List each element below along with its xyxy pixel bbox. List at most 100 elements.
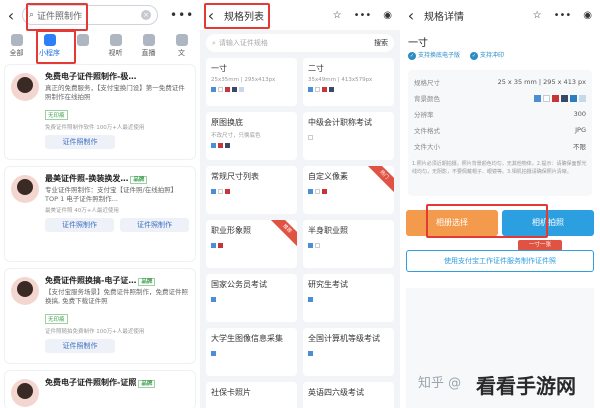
tab-all[interactable]: 全部 — [0, 32, 33, 60]
result-meta: 免费证件照制作软件 100万+人最近使用 — [45, 125, 145, 131]
result-title: 最美证件照-换装换发… — [45, 174, 129, 183]
row-value: 不限 — [573, 143, 586, 151]
result-action-button[interactable]: 证件照制作 — [45, 135, 115, 149]
result-title: 免费证件照换搞-电子证… — [45, 276, 137, 285]
spec-size: 25x35mm | 295x413px — [211, 77, 276, 83]
tab-label: 文 — [178, 49, 185, 57]
list-item[interactable]: 最美证件照-换装换发… 品牌 专业证件照制作：支付宝【证件照/在线拍照】TOP 1… — [4, 166, 196, 262]
spec-detail-screen: ‹ 规格详情 ☆ ••• ◉ 一寸 支持换底电子版 支持冲印 规格尺寸 25 x … — [400, 0, 600, 408]
avatar — [11, 379, 39, 407]
spec-grid: 一寸 25x35mm | 295x413px 二寸 35x49mm | 413x57… — [206, 58, 394, 408]
star-icon[interactable]: ☆ — [333, 10, 342, 21]
photo-requirements-note: 1.照片必须近期拍摄，照片背景颜色均匀，无其他物体。2.提示：请确保面部光线均匀… — [408, 156, 592, 196]
row-key: 文件大小 — [414, 143, 440, 151]
spec-size: 不改尺寸，只换底色 — [211, 133, 261, 139]
row-value: 300 — [573, 110, 586, 118]
list-item[interactable]: 免费电子证件照制作-证照 品牌 — [4, 370, 196, 408]
more-dots-icon[interactable]: ••• — [554, 10, 572, 21]
background-color-swatches[interactable] — [534, 94, 586, 102]
spec-card[interactable]: 二寸 35x49mm | 413x579px — [303, 58, 394, 106]
check-item: 支持冲印 — [470, 50, 504, 60]
spec-card[interactable]: 常规尺寸列表 — [206, 166, 297, 214]
spec-card[interactable]: 原图换底 不改尺寸，只换底色 — [206, 112, 297, 160]
color-swatches — [308, 297, 389, 302]
clear-icon[interactable]: × — [141, 10, 151, 20]
result-title-row: 免费电子证件照制作-证照 品牌 — [45, 377, 189, 388]
more-dots-icon[interactable]: ••• — [354, 10, 372, 21]
spec-card[interactable]: 热门 自定义像素 — [303, 166, 394, 214]
tab-label: 直播 — [141, 49, 156, 57]
more-dots-icon[interactable]: ••• — [170, 8, 194, 22]
spec-search-input[interactable]: ⌕ 请输入证件规格 搜索 — [206, 34, 394, 52]
work-id-service-link[interactable]: 使用支付宝工作证件服务制作证件照 — [406, 250, 594, 272]
search-button[interactable]: 搜索 — [374, 38, 388, 48]
tab-live[interactable]: 直播 — [132, 32, 165, 60]
spec-card[interactable]: 社保卡照片 — [206, 382, 297, 408]
tab-video[interactable]: 视听 — [99, 32, 132, 60]
detail-row: 背景颜色 — [414, 90, 586, 106]
color-swatches — [308, 243, 389, 248]
highlight-capture-buttons — [426, 204, 548, 238]
page-title: 规格详情 — [424, 11, 464, 23]
color-swatches — [211, 297, 292, 302]
result-meta: 最美证件照 40万+人最近使用 — [45, 208, 119, 214]
spec-name: 国家公务员考试 — [211, 280, 267, 289]
spec-card[interactable]: 全国计算机等级考试 — [303, 328, 394, 376]
spec-card[interactable]: 国家公务员考试 — [206, 274, 297, 322]
result-title: 免费电子证件照制作-极… — [45, 72, 137, 81]
spec-card[interactable]: 一寸 25x35mm | 295x413px — [206, 58, 297, 106]
color-swatches — [211, 351, 292, 356]
list-item[interactable]: 免费证件照换搞-电子证… 品牌 【支付宝服务场景】免费证件照制作，免费证件照换搞,… — [4, 268, 196, 364]
avatar — [11, 277, 39, 305]
spec-detail-header: ‹ 规格详情 ☆ ••• ◉ — [400, 0, 600, 30]
color-swatches — [211, 143, 292, 148]
color-swatches — [308, 189, 389, 194]
result-desc: 【支付宝服务场景】免费证件照制作，免费证件照换搞, 免费下载证件照 — [45, 288, 188, 305]
spec-list-screen: ‹ 规格列表 ☆ ••• ◉ ⌕ 请输入证件规格 搜索 一寸 25x35mm | … — [200, 0, 400, 408]
tab-label: 视听 — [108, 49, 123, 57]
spec-card[interactable]: 中级会计职称考试 — [303, 112, 394, 160]
spec-card[interactable]: 半身职业照 — [303, 220, 394, 268]
back-arrow-icon[interactable]: ‹ — [400, 6, 422, 25]
spec-card[interactable]: 大学生图像信息采集 — [206, 328, 297, 376]
video-icon — [109, 34, 122, 46]
result-meta: 证件照随拍免费制作 100万+人最近使用 — [45, 329, 145, 335]
result-action-button[interactable]: 证件照制作 — [45, 339, 115, 353]
spec-name: 英语四六级考试 — [308, 388, 364, 397]
brand-badge: 品牌 — [138, 380, 156, 388]
target-icon[interactable]: ◉ — [583, 10, 592, 21]
spec-card[interactable]: 英语四六级考试 — [303, 382, 394, 408]
result-title-row: 免费证件照换搞-电子证… 品牌 — [45, 275, 189, 286]
result-desc: 专业证件照制作：支付宝【证件照/在线拍照】TOP 1 电子证件照制作... — [45, 186, 178, 203]
grid-icon — [10, 34, 23, 46]
search-icon: ⌕ — [212, 38, 216, 47]
result-action-button[interactable]: 证件照制作 — [120, 218, 189, 232]
tab-article[interactable]: 文 — [165, 32, 198, 60]
highlight-mini-program-tab — [36, 30, 76, 64]
result-title-row: 最美证件照-换装换发… 品牌 — [45, 173, 189, 184]
screenshot-collage: ‹ ⌕ 证件照制作 × ••• 全部 小程序 视听 直播 文 免费电子证件照制作… — [0, 0, 600, 408]
app-icon — [76, 34, 89, 46]
back-arrow-icon[interactable]: ‹ — [0, 6, 22, 25]
list-item[interactable]: 免费电子证件照制作-极… 真正的免费服务，【支付宝换门设】第一免费证件照制作在线… — [4, 64, 196, 160]
result-title: 免费电子证件照制作-证照 — [45, 378, 137, 387]
highlight-search-box — [26, 3, 88, 31]
target-icon[interactable]: ◉ — [383, 10, 392, 21]
spec-name: 常规尺寸列表 — [211, 172, 259, 181]
row-value: 25 x 35 mm | 295 x 413 px — [497, 78, 586, 86]
avatar — [11, 73, 39, 101]
spec-card[interactable]: 研究生考试 — [303, 274, 394, 322]
star-icon[interactable]: ☆ — [533, 10, 542, 21]
results-list: 免费电子证件照制作-极… 真正的免费服务，【支付宝换门设】第一免费证件照制作在线… — [4, 64, 196, 408]
site-watermark: 看看手游网 — [476, 374, 576, 398]
spec-size: 35x49mm | 413x579px — [308, 77, 373, 83]
result-tag: 无印痕 — [45, 314, 68, 324]
detail-row: 文件格式 JPG — [414, 122, 586, 138]
spec-size-name: 一寸 — [408, 38, 428, 49]
color-swatches — [308, 87, 389, 92]
brand-badge: 品牌 — [138, 278, 156, 286]
spec-card[interactable]: 推荐 职业形象照 — [206, 220, 297, 268]
result-action-button[interactable]: 证件照制作 — [45, 218, 114, 232]
spec-name: 社保卡照片 — [211, 388, 251, 397]
brand-badge: 品牌 — [130, 176, 148, 184]
